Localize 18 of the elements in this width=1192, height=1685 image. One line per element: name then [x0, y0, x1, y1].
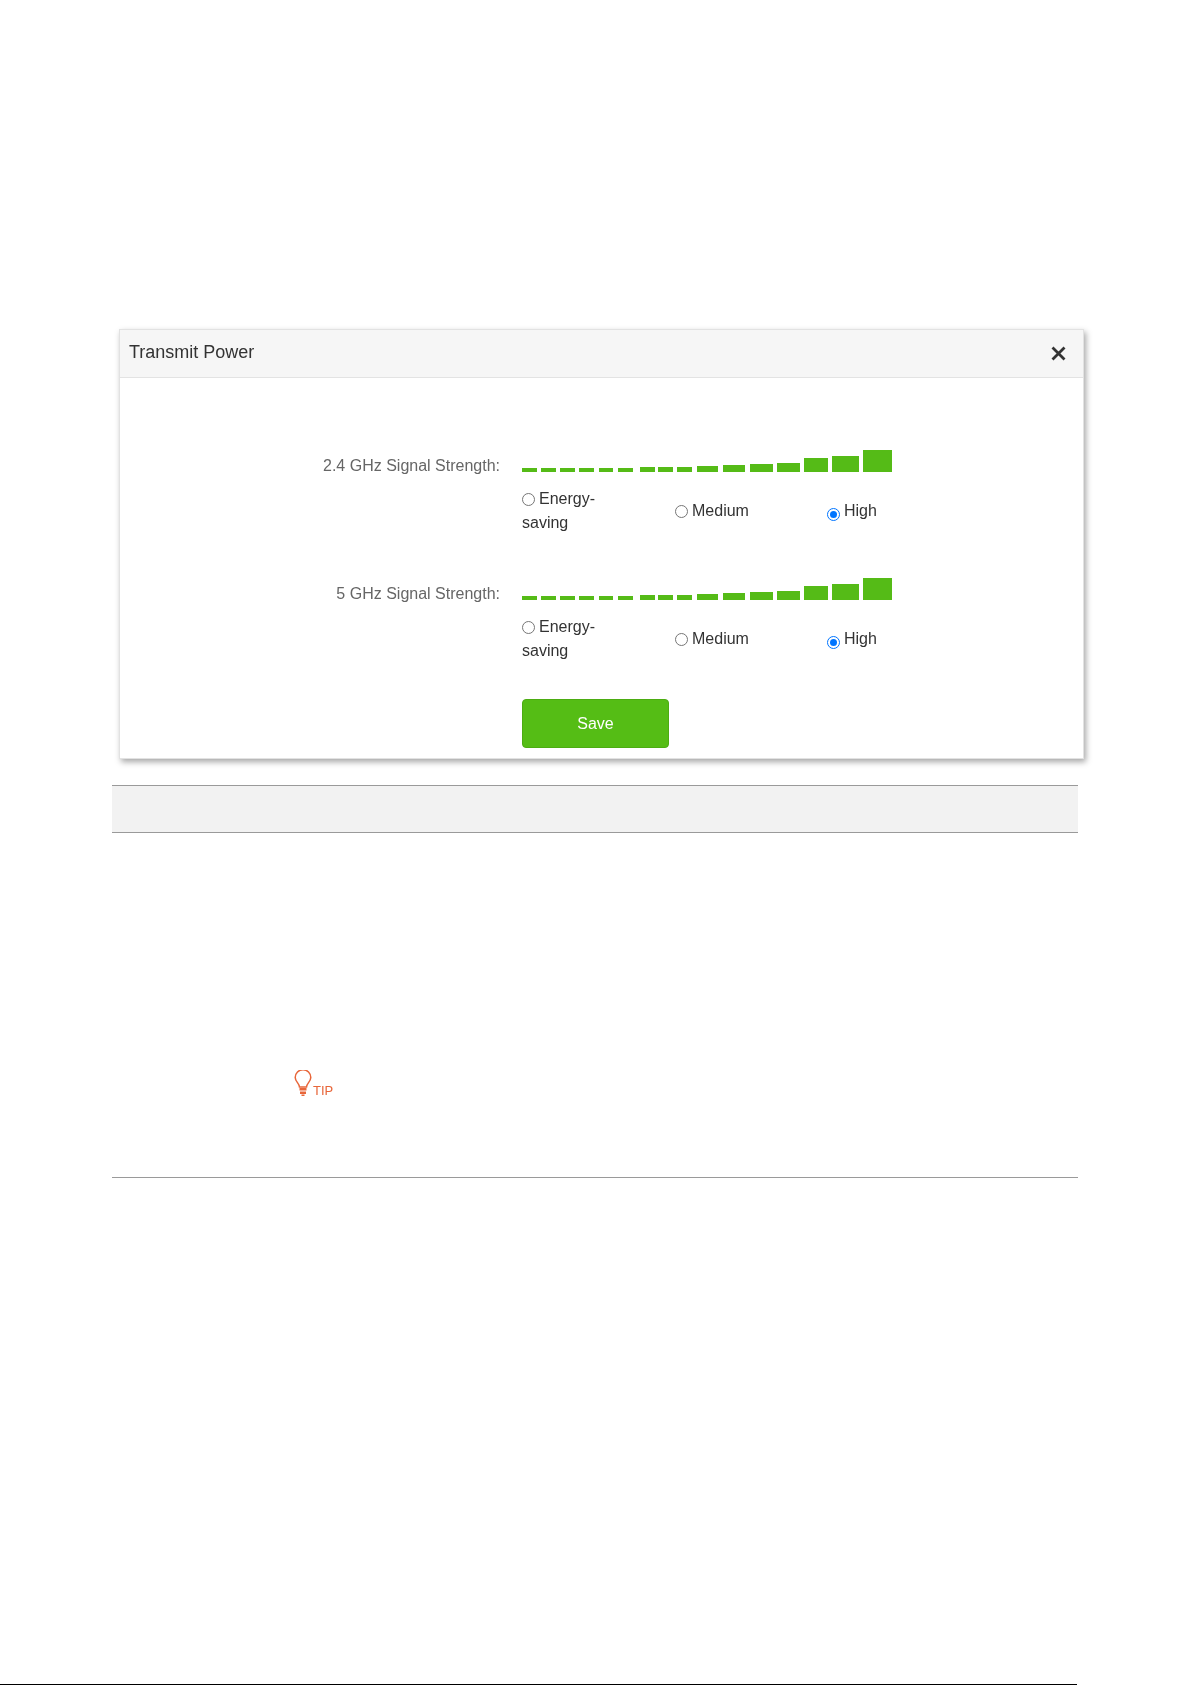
radio-option[interactable]: Medium [675, 499, 749, 523]
radio-option[interactable]: Medium [675, 627, 749, 651]
dialog-title: Transmit Power [129, 340, 255, 364]
signal-strength-label: 2.4 GHz Signal Strength: [323, 456, 500, 476]
radio-option[interactable]: High [827, 499, 877, 523]
radio-button[interactable] [675, 505, 688, 518]
radio-option[interactable]: Energy-saving [522, 487, 600, 535]
radio-button[interactable] [522, 493, 535, 506]
radio-button[interactable] [827, 636, 840, 649]
radio-button[interactable] [522, 621, 535, 634]
radio-button[interactable] [675, 633, 688, 646]
radio-option[interactable]: High [827, 627, 877, 651]
radio-option[interactable]: Energy-saving [522, 615, 600, 663]
close-icon[interactable] [1051, 346, 1066, 361]
lightbulb-icon [294, 1070, 312, 1096]
radio-button[interactable] [827, 508, 840, 521]
signal-strength-label: 5 GHz Signal Strength: [336, 584, 500, 604]
tip-label: TIP [313, 1084, 334, 1097]
